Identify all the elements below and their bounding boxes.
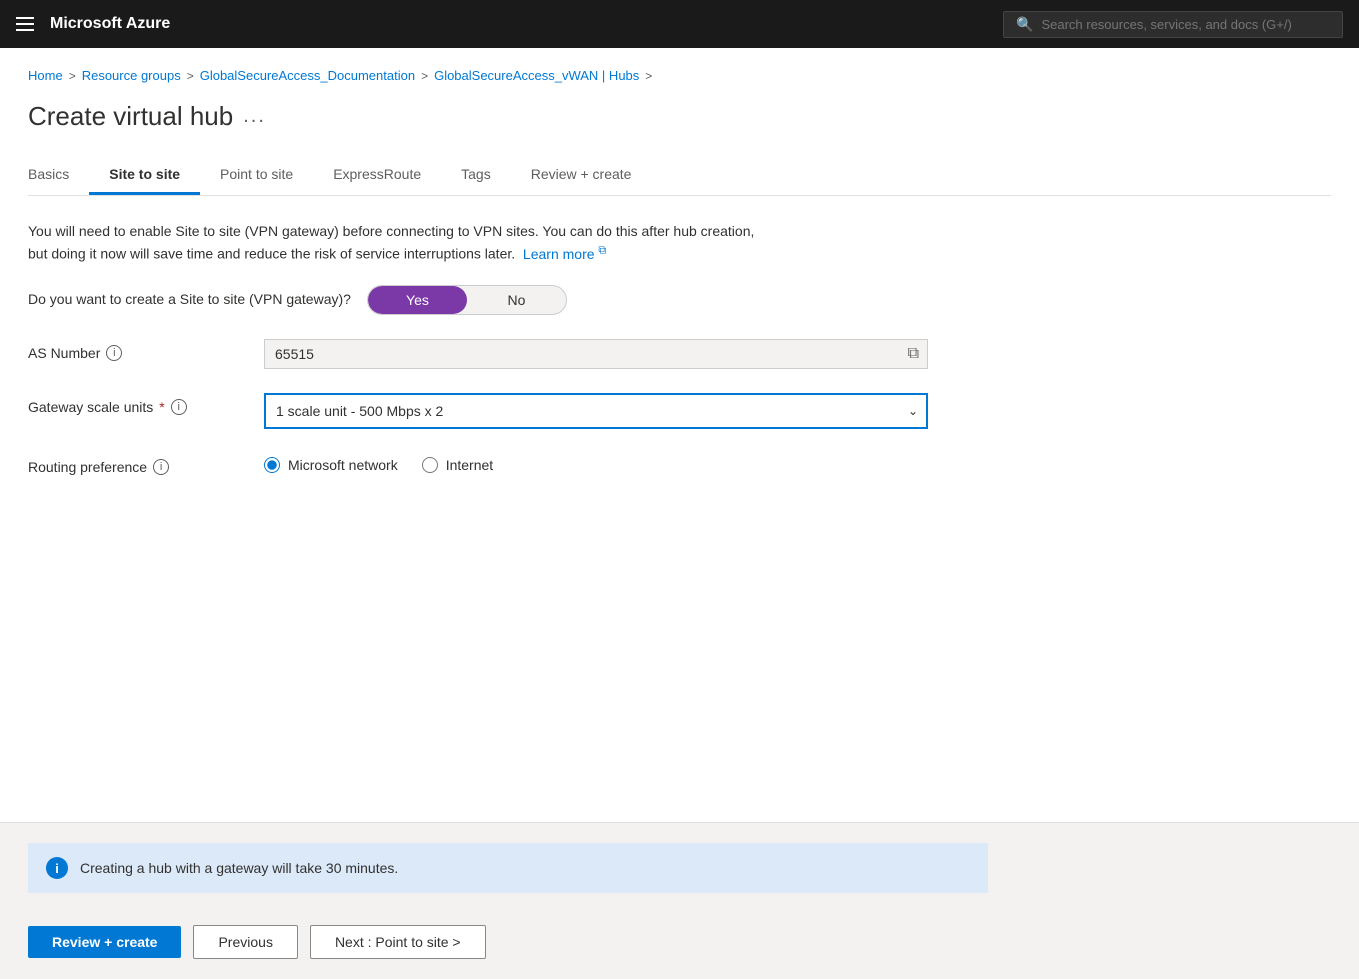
routing-internet-radio[interactable] [422, 457, 438, 473]
search-icon: 🔍 [1016, 16, 1033, 33]
tab-expressroute[interactable]: ExpressRoute [313, 156, 441, 195]
review-create-button[interactable]: Review + create [28, 926, 181, 958]
as-number-copy-button[interactable]: ⧉ [900, 341, 927, 367]
breadcrumb-home[interactable]: Home [28, 68, 63, 83]
gateway-scale-select-wrapper: 1 scale unit - 500 Mbps x 2 2 scale unit… [264, 393, 928, 429]
tab-basics[interactable]: Basics [28, 156, 89, 195]
routing-preference-label: Routing preference i [28, 453, 248, 475]
as-number-control: ⧉ [264, 339, 928, 369]
gateway-scale-control: 1 scale unit - 500 Mbps x 2 2 scale unit… [264, 393, 928, 429]
gateway-scale-label: Gateway scale units * i [28, 393, 248, 415]
routing-internet-option[interactable]: Internet [422, 457, 493, 473]
breadcrumb-sep-3: > [421, 69, 428, 83]
hamburger-menu[interactable] [16, 17, 34, 31]
vpn-gateway-row: Do you want to create a Site to site (VP… [28, 285, 928, 315]
routing-microsoft-label: Microsoft network [288, 457, 398, 473]
tab-review-create[interactable]: Review + create [511, 156, 652, 195]
vpn-toggle-group: Yes No [367, 285, 567, 315]
gateway-scale-info-icon[interactable]: i [171, 399, 187, 415]
info-banner-icon: i [46, 857, 68, 879]
bottom-buttons: Review + create Previous Next : Point to… [28, 917, 1331, 959]
routing-pref-info-icon[interactable]: i [153, 459, 169, 475]
breadcrumb-vwan-hubs[interactable]: GlobalSecureAccess_vWAN | Hubs [434, 68, 639, 83]
routing-radio-group: Microsoft network Internet [264, 453, 928, 473]
routing-microsoft-radio[interactable] [264, 457, 280, 473]
routing-preference-control: Microsoft network Internet [264, 453, 928, 473]
info-banner: i Creating a hub with a gateway will tak… [28, 843, 988, 893]
breadcrumb-sep-4: > [645, 69, 652, 83]
ellipsis-button[interactable]: ... [243, 105, 266, 128]
gateway-scale-select[interactable]: 1 scale unit - 500 Mbps x 2 2 scale unit… [264, 393, 928, 429]
tab-tags[interactable]: Tags [441, 156, 511, 195]
page-title: Create virtual hub [28, 101, 233, 132]
search-box: 🔍 [1003, 11, 1343, 38]
breadcrumb-sep-1: > [69, 69, 76, 83]
external-link-icon: ⧉ [598, 244, 606, 256]
breadcrumb-resource-groups[interactable]: Resource groups [82, 68, 181, 83]
breadcrumb-sep-2: > [187, 69, 194, 83]
required-marker: * [159, 399, 164, 415]
as-number-input-wrapper: ⧉ [264, 339, 928, 369]
toggle-control: Yes No [367, 285, 928, 315]
routing-microsoft-option[interactable]: Microsoft network [264, 457, 398, 473]
as-number-label: AS Number i [28, 339, 248, 361]
breadcrumb-gsa-doc[interactable]: GlobalSecureAccess_Documentation [200, 68, 415, 83]
next-button[interactable]: Next : Point to site > [310, 925, 486, 959]
breadcrumb: Home > Resource groups > GlobalSecureAcc… [28, 68, 1331, 83]
routing-internet-label: Internet [446, 457, 493, 473]
search-input[interactable] [1041, 17, 1330, 32]
learn-more-link[interactable]: Learn more ⧉ [523, 246, 606, 262]
main-content: Home > Resource groups > GlobalSecureAcc… [0, 48, 1359, 822]
form-section: You will need to enable Site to site (VP… [28, 220, 928, 475]
as-number-input[interactable] [265, 340, 900, 368]
toggle-no-button[interactable]: No [467, 286, 566, 314]
toggle-yes-button[interactable]: Yes [368, 286, 467, 314]
as-number-row: AS Number i ⧉ [28, 339, 928, 369]
info-banner-text: Creating a hub with a gateway will take … [80, 860, 398, 876]
previous-button[interactable]: Previous [193, 925, 297, 959]
top-navigation: Microsoft Azure 🔍 [0, 0, 1359, 48]
app-title: Microsoft Azure [50, 15, 987, 33]
as-number-info-icon[interactable]: i [106, 345, 122, 361]
tab-site-to-site[interactable]: Site to site [89, 156, 200, 195]
vpn-question-label: Do you want to create a Site to site (VP… [28, 285, 351, 307]
bottom-section: i Creating a hub with a gateway will tak… [0, 822, 1359, 979]
info-description: You will need to enable Site to site (VP… [28, 220, 758, 265]
gateway-scale-row: Gateway scale units * i 1 scale unit - 5… [28, 393, 928, 429]
tabs-container: Basics Site to site Point to site Expres… [28, 156, 1331, 196]
tab-point-to-site[interactable]: Point to site [200, 156, 313, 195]
routing-preference-row: Routing preference i Microsoft network I… [28, 453, 928, 475]
page-title-row: Create virtual hub ... [28, 101, 1331, 132]
